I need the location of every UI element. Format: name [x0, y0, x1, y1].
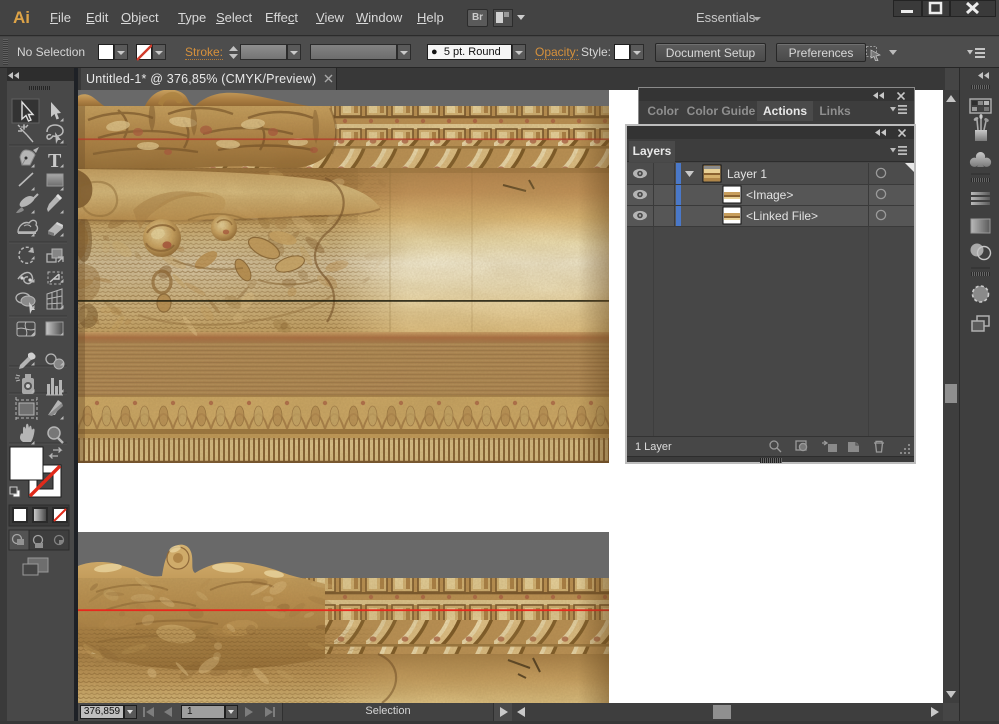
- svg-text:Layer 1: Layer 1: [727, 167, 767, 181]
- svg-text:T: T: [48, 150, 62, 172]
- svg-text:<Image>: <Image>: [746, 188, 793, 202]
- svg-text:<Linked File>: <Linked File>: [746, 209, 818, 223]
